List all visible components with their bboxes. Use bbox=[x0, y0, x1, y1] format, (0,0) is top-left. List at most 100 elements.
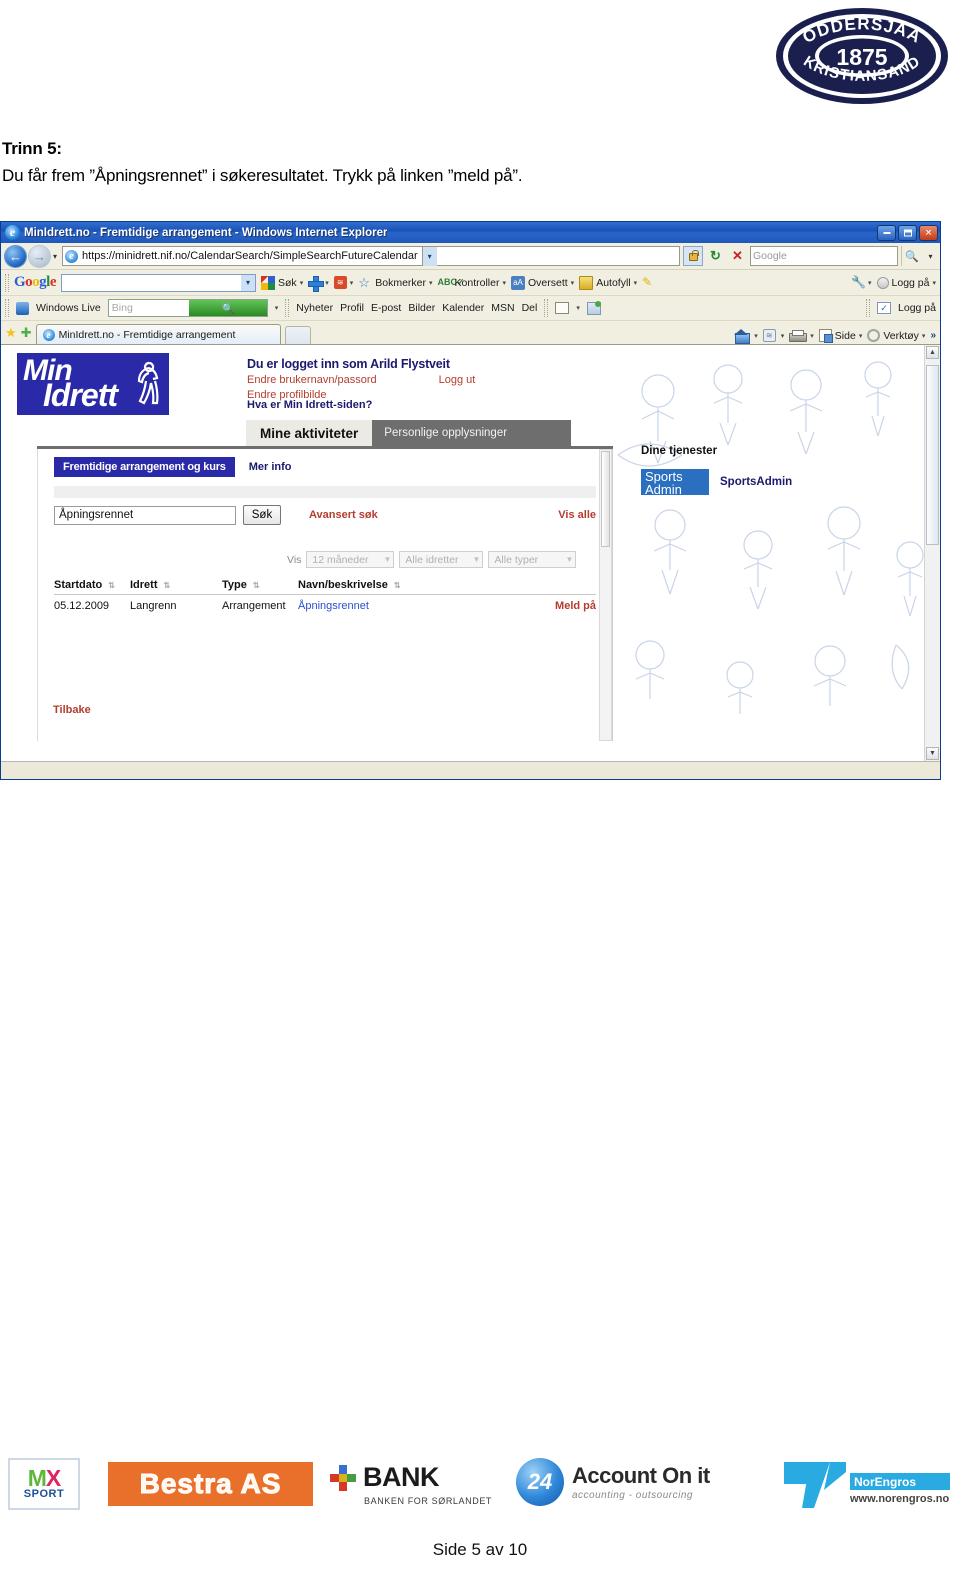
back-link[interactable]: Tilbake bbox=[53, 704, 91, 716]
chevron-down-icon[interactable]: ▾ bbox=[571, 279, 575, 287]
scroll-up-icon[interactable]: ▲ bbox=[926, 346, 939, 359]
scrollbar-thumb[interactable] bbox=[926, 365, 939, 545]
sportsadmin-logo[interactable]: Sports Admin bbox=[641, 469, 709, 495]
toolbar-grip[interactable] bbox=[5, 299, 9, 317]
close-button[interactable]: ✕ bbox=[919, 224, 938, 241]
spellcheck-button[interactable]: ABC✓ Kontroller ▾ bbox=[438, 276, 506, 290]
column-navn-beskrivelse[interactable]: Navn/beskrivelse ⇅ bbox=[298, 579, 534, 591]
chevron-down-icon[interactable]: ▾ bbox=[350, 279, 354, 287]
google-settings-button[interactable]: 🔧 ▾ bbox=[851, 275, 872, 290]
page-menu-button[interactable]: Side ▾ bbox=[818, 329, 863, 343]
highlighter-icon[interactable]: ✎ bbox=[642, 275, 656, 290]
toolbar-grip[interactable] bbox=[544, 299, 549, 317]
page-scrollbar[interactable]: ▲ ▼ bbox=[924, 345, 940, 761]
tools-menu-button[interactable]: Verktøy ▾ bbox=[867, 329, 925, 342]
chevron-down-icon[interactable]: ▾ bbox=[859, 332, 863, 340]
sportsadmin-link[interactable]: SportsAdmin bbox=[720, 476, 792, 488]
meld-pa-link[interactable]: Meld på bbox=[534, 600, 596, 612]
chevron-down-icon[interactable]: ▾ bbox=[810, 332, 814, 340]
toolbar-grip[interactable] bbox=[285, 299, 290, 317]
advanced-search-link[interactable]: Avansert søk bbox=[309, 509, 378, 521]
column-startdato[interactable]: Startdato ⇅ bbox=[54, 579, 130, 591]
chevron-down-icon[interactable]: ▾ bbox=[275, 304, 279, 312]
print-icon[interactable] bbox=[789, 329, 808, 342]
logout-link[interactable]: Logg ut bbox=[439, 373, 476, 388]
search-input[interactable]: Åpningsrennet bbox=[54, 505, 236, 525]
wl-link-profil[interactable]: Profil bbox=[340, 302, 364, 314]
results-table: Startdato ⇅ Idrett ⇅ Type ⇅ Navn/beskrivels… bbox=[38, 568, 612, 612]
bing-search-icon[interactable]: 🔍 bbox=[189, 300, 267, 316]
bookmarks-button[interactable]: ☆ Bokmerker ▾ bbox=[358, 276, 432, 290]
chevron-down-icon[interactable]: ▾ bbox=[325, 279, 329, 287]
translate-button[interactable]: aA Oversett ▾ bbox=[510, 275, 575, 290]
filter-type-select[interactable]: Alle typer ▼ bbox=[488, 551, 577, 568]
google-signin-button[interactable]: Logg på ▾ bbox=[876, 276, 936, 289]
browser-tab[interactable]: e MinIdrett.no - Fremtidige arrangement bbox=[35, 324, 281, 344]
bing-search-input[interactable]: Bing 🔍 bbox=[107, 299, 268, 317]
subtab-mer-info[interactable]: Mer info bbox=[249, 461, 292, 473]
message-icon[interactable] bbox=[555, 302, 570, 314]
panel-scrollbar[interactable] bbox=[599, 449, 612, 741]
photo-upload-icon[interactable] bbox=[586, 300, 601, 315]
feed-icon[interactable]: ≋ bbox=[762, 329, 776, 342]
chevron-down-icon[interactable]: ▾ bbox=[300, 279, 304, 287]
wl-link-bilder[interactable]: Bilder bbox=[408, 302, 435, 314]
chevron-down-icon[interactable]: ▾ bbox=[922, 332, 926, 340]
column-idrett[interactable]: Idrett ⇅ bbox=[130, 579, 222, 591]
chevron-down-icon[interactable]: ▾ bbox=[502, 279, 506, 287]
google-feed-button[interactable]: ≋ ▾ bbox=[333, 276, 354, 289]
wl-link-del[interactable]: Del bbox=[522, 302, 538, 314]
wl-link-nyheter[interactable]: Nyheter bbox=[296, 302, 333, 314]
maximize-button[interactable] bbox=[898, 224, 917, 241]
filter-sport-select[interactable]: Alle idretter ▼ bbox=[399, 551, 484, 568]
google-search-input[interactable]: ▾ bbox=[61, 273, 257, 292]
home-icon[interactable] bbox=[734, 329, 751, 344]
wl-link-kalender[interactable]: Kalender bbox=[442, 302, 484, 314]
chevron-down-icon[interactable]: ▾ bbox=[754, 332, 758, 340]
history-dropdown-icon[interactable]: ▾ bbox=[53, 252, 57, 261]
sponsor-mx-sport: MX SPORT bbox=[8, 1458, 80, 1510]
address-dropdown-icon[interactable]: ▾ bbox=[421, 246, 437, 266]
filter-period-select[interactable]: 12 måneder ▼ bbox=[306, 551, 395, 568]
toolbar-grip[interactable] bbox=[866, 299, 871, 317]
autofill-button[interactable]: Autofyll ▾ bbox=[579, 275, 638, 290]
search-button[interactable]: Søk bbox=[243, 505, 281, 525]
cell-navn-link[interactable]: Åpningsrennet bbox=[298, 600, 534, 612]
favorites-star-icon[interactable]: ★ bbox=[5, 325, 17, 341]
add-favorite-icon[interactable]: ✚ bbox=[21, 325, 32, 341]
show-all-link[interactable]: Vis alle bbox=[558, 509, 596, 521]
google-plus-button[interactable]: ▾ bbox=[308, 275, 329, 292]
wl-link-epost[interactable]: E-post bbox=[371, 302, 401, 314]
column-type[interactable]: Type ⇅ bbox=[222, 579, 298, 591]
chevron-down-icon[interactable]: ▾ bbox=[932, 279, 936, 287]
help-link[interactable]: Hva er Min Idrett-siden? bbox=[247, 399, 372, 411]
gear-icon bbox=[867, 329, 881, 342]
tab-personlige-opplysninger[interactable]: Personlige opplysninger bbox=[372, 420, 520, 446]
back-icon[interactable]: ← bbox=[5, 245, 26, 267]
new-tab-button[interactable] bbox=[284, 326, 311, 344]
logo-line-2: Idrett bbox=[43, 377, 118, 413]
forward-icon[interactable]: → bbox=[29, 245, 50, 267]
chevron-down-icon[interactable]: ▾ bbox=[429, 279, 433, 287]
security-lock-icon[interactable] bbox=[683, 246, 703, 266]
minidrett-logo[interactable]: Min Idrett bbox=[17, 353, 169, 415]
change-credentials-link[interactable]: Endre brukernavn/passord bbox=[247, 373, 377, 388]
tab-mine-aktiviteter[interactable]: Mine aktiviteter bbox=[246, 420, 373, 446]
wl-signin-button[interactable]: Logg på bbox=[898, 302, 936, 314]
refresh-icon[interactable]: ↻ bbox=[706, 247, 725, 266]
chevron-down-icon[interactable]: ▾ bbox=[634, 279, 638, 287]
wl-link-msn[interactable]: MSN bbox=[491, 302, 514, 314]
chevron-down-icon[interactable]: ▾ bbox=[576, 304, 580, 312]
browser-search-input[interactable]: Google bbox=[750, 246, 898, 266]
google-search-button[interactable]: Søk ▾ bbox=[261, 275, 304, 290]
chevron-down-icon[interactable]: ▾ bbox=[868, 279, 872, 287]
search-icon[interactable]: 🔍 bbox=[901, 246, 922, 266]
stop-icon[interactable]: ✕ bbox=[728, 247, 747, 266]
overflow-icon[interactable]: » bbox=[930, 330, 936, 341]
search-provider-dropdown-icon[interactable]: ▾ bbox=[925, 246, 936, 266]
subtab-fremtidige-arrangement[interactable]: Fremtidige arrangement og kurs bbox=[54, 457, 235, 477]
toolbar-grip[interactable] bbox=[5, 273, 9, 292]
address-input[interactable]: e https://minidrett.nif.no/CalendarSearc… bbox=[62, 246, 680, 266]
scroll-down-icon[interactable]: ▼ bbox=[926, 747, 939, 760]
minimize-button[interactable] bbox=[877, 224, 896, 241]
